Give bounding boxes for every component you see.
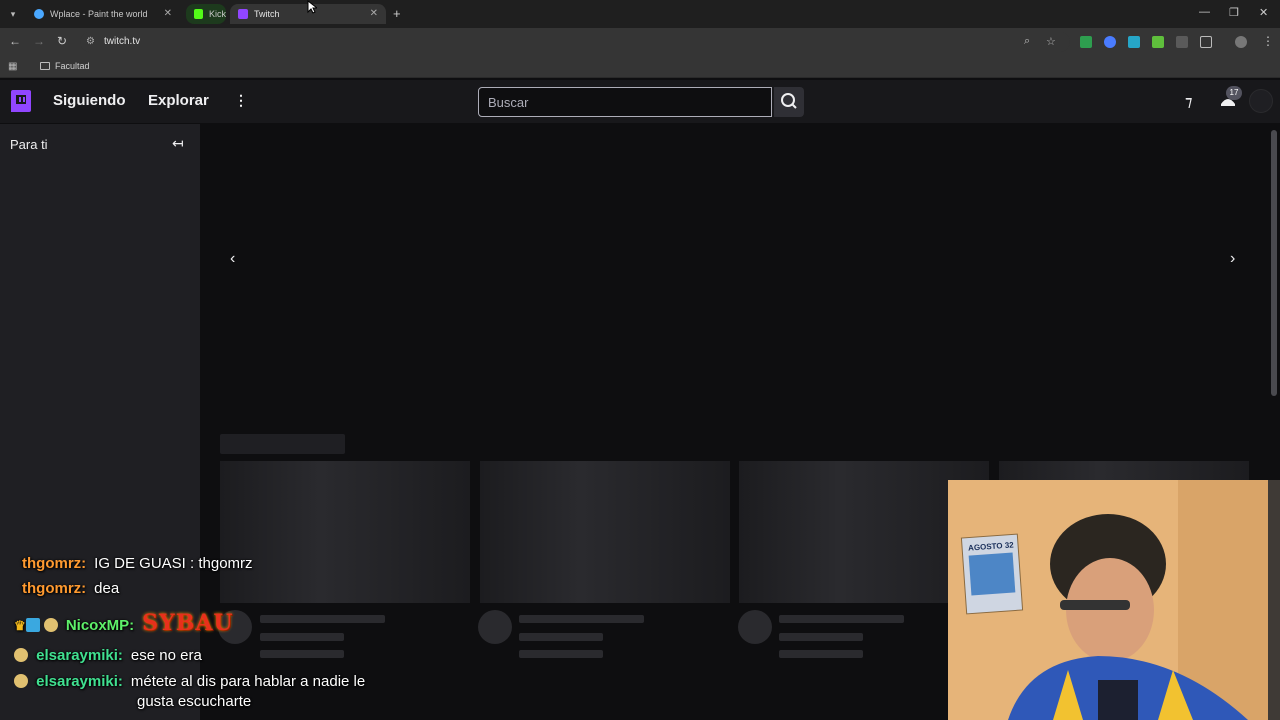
address-bar[interactable]: ⚙ twitch.tv ⌕ ☆ xyxy=(80,32,1070,52)
extension-blue-icon[interactable] xyxy=(1104,36,1116,48)
bookmark-label: Facultad xyxy=(55,61,90,71)
close-icon[interactable]: ✕ xyxy=(164,8,172,19)
sidebar-title: Para ti xyxy=(10,137,48,152)
user-avatar[interactable] xyxy=(1249,89,1273,113)
browser-toolbar: ← → ↻ ⚙ twitch.tv ⌕ ☆ ⋮ xyxy=(0,28,1280,56)
extensions-puzzle-icon[interactable] xyxy=(1200,36,1212,48)
chat-username: elsaraymiki: xyxy=(36,673,123,690)
chat-message: thgomrz: IG DE GUASI : thgomrz xyxy=(22,555,253,572)
extension-green-icon[interactable] xyxy=(1152,36,1164,48)
tab-title: Kick xyxy=(208,9,226,19)
twitch-favicon-icon xyxy=(238,9,248,19)
extension-translate-icon[interactable] xyxy=(1128,36,1140,48)
search-input[interactable] xyxy=(479,88,771,116)
new-tab-button[interactable]: + xyxy=(393,6,401,21)
stream-chat-overlay: thgomrz: IG DE GUASI : thgomrz thgomrz: de… xyxy=(0,550,480,720)
bookmark-folder-facultad[interactable]: Facultad xyxy=(40,61,90,71)
text-line-placeholder xyxy=(519,615,644,623)
search-field[interactable] xyxy=(478,87,772,117)
notifications-badge: 17 xyxy=(1226,86,1242,100)
chat-message: ♛ NicoxMP: SYBAU xyxy=(14,610,234,636)
tab-search-dropdown-icon[interactable]: ▾ xyxy=(6,7,20,21)
carousel-prev-icon[interactable]: ‹ xyxy=(230,250,235,268)
forward-arrow-icon[interactable]: → xyxy=(33,34,45,48)
close-window-icon[interactable]: ✕ xyxy=(1259,6,1268,19)
apps-grid-icon[interactable]: ▦ xyxy=(8,61,17,72)
chat-emote-text: SYBAU xyxy=(142,610,234,636)
browser-menu-icon[interactable]: ⋮ xyxy=(1262,34,1274,48)
chat-username: elsaraymiki: xyxy=(36,647,123,664)
bookmarks-bar: ▦ Facultad xyxy=(0,56,1280,78)
section-title-placeholder xyxy=(220,434,345,454)
channel-avatar-placeholder xyxy=(738,610,772,644)
tab-title: Twitch xyxy=(254,9,280,19)
tab-wplace[interactable]: Wplace - Paint the world ✕ xyxy=(26,4,180,24)
webcam-feed: AGOSTO 32 xyxy=(948,480,1280,720)
restore-icon[interactable]: ❐ xyxy=(1229,6,1239,19)
bookmark-star-icon[interactable]: ☆ xyxy=(1046,35,1056,48)
chat-username: NicoxMP: xyxy=(65,617,135,634)
chat-message: elsaraymiki: ese no era xyxy=(14,647,202,664)
twitch-logo-icon[interactable] xyxy=(11,90,31,112)
badge-icon xyxy=(25,618,40,632)
text-line-placeholder xyxy=(519,633,603,641)
emote-icon xyxy=(14,648,28,662)
carousel-next-icon[interactable]: › xyxy=(1230,250,1235,268)
tab-kick[interactable]: Kick xyxy=(186,4,226,24)
back-arrow-icon[interactable]: ← xyxy=(9,34,21,48)
webcam-overlay: AGOSTO 32 xyxy=(948,480,1280,720)
chat-text: ese no era xyxy=(130,647,202,664)
profile-icon[interactable] xyxy=(1235,36,1247,48)
chat-message: thgomrz: dea xyxy=(22,580,119,597)
chat-text: dea xyxy=(94,580,120,597)
chat-text: IG DE GUASI : thgomrz xyxy=(94,555,253,572)
chat-text: gusta escucharte xyxy=(137,693,252,710)
reload-icon[interactable]: ↻ xyxy=(57,34,67,48)
crown-badge-icon: ♛ xyxy=(14,618,26,633)
emote-icon xyxy=(43,618,58,632)
nav-following-link[interactable]: Siguiendo xyxy=(53,92,126,109)
close-icon[interactable]: ✕ xyxy=(370,8,378,19)
extension-sheets-icon[interactable] xyxy=(1080,36,1092,48)
search-icon xyxy=(781,93,797,109)
nav-explore-link[interactable]: Explorar xyxy=(148,92,209,109)
more-options-icon[interactable]: ⋮ xyxy=(234,92,248,109)
stream-card-placeholder xyxy=(480,461,730,603)
extension-media-icon[interactable] xyxy=(1176,36,1188,48)
chat-text: métete al dis para hablar a nadie le xyxy=(130,673,366,690)
zoom-icon[interactable]: ⌕ xyxy=(1024,35,1030,48)
search-button[interactable] xyxy=(774,87,804,117)
chat-username: thgomrz: xyxy=(22,555,87,572)
page-scrollbar[interactable] xyxy=(1271,130,1277,396)
site-settings-icon[interactable]: ⚙ xyxy=(86,36,95,47)
folder-icon xyxy=(40,62,50,70)
emote-icon xyxy=(14,674,28,688)
translate-icon[interactable]: ⁊ xyxy=(1185,92,1192,110)
tab-title: Wplace - Paint the world xyxy=(50,9,148,19)
browser-tab-bar: ▾ Wplace - Paint the world ✕ Kick Twitch… xyxy=(0,0,1280,28)
minimize-icon[interactable]: — xyxy=(1199,6,1210,18)
chat-message: elsaraymiki: métete al dis para hablar a … xyxy=(14,673,365,690)
text-line-placeholder xyxy=(779,633,863,641)
channel-avatar-placeholder xyxy=(478,610,512,644)
chat-message-continuation: gusta escucharte xyxy=(137,693,251,710)
mouse-cursor-icon xyxy=(307,0,317,14)
chat-username: thgomrz: xyxy=(22,580,87,597)
kick-logo-icon xyxy=(194,9,203,19)
text-line-placeholder xyxy=(519,650,603,658)
text-line-placeholder xyxy=(779,650,863,658)
screen: ▾ Wplace - Paint the world ✕ Kick Twitch… xyxy=(0,0,1280,720)
globe-icon xyxy=(34,9,44,19)
url-text[interactable]: twitch.tv xyxy=(104,36,140,47)
collapse-sidebar-icon[interactable]: ↤ xyxy=(172,135,184,152)
text-line-placeholder xyxy=(779,615,904,623)
